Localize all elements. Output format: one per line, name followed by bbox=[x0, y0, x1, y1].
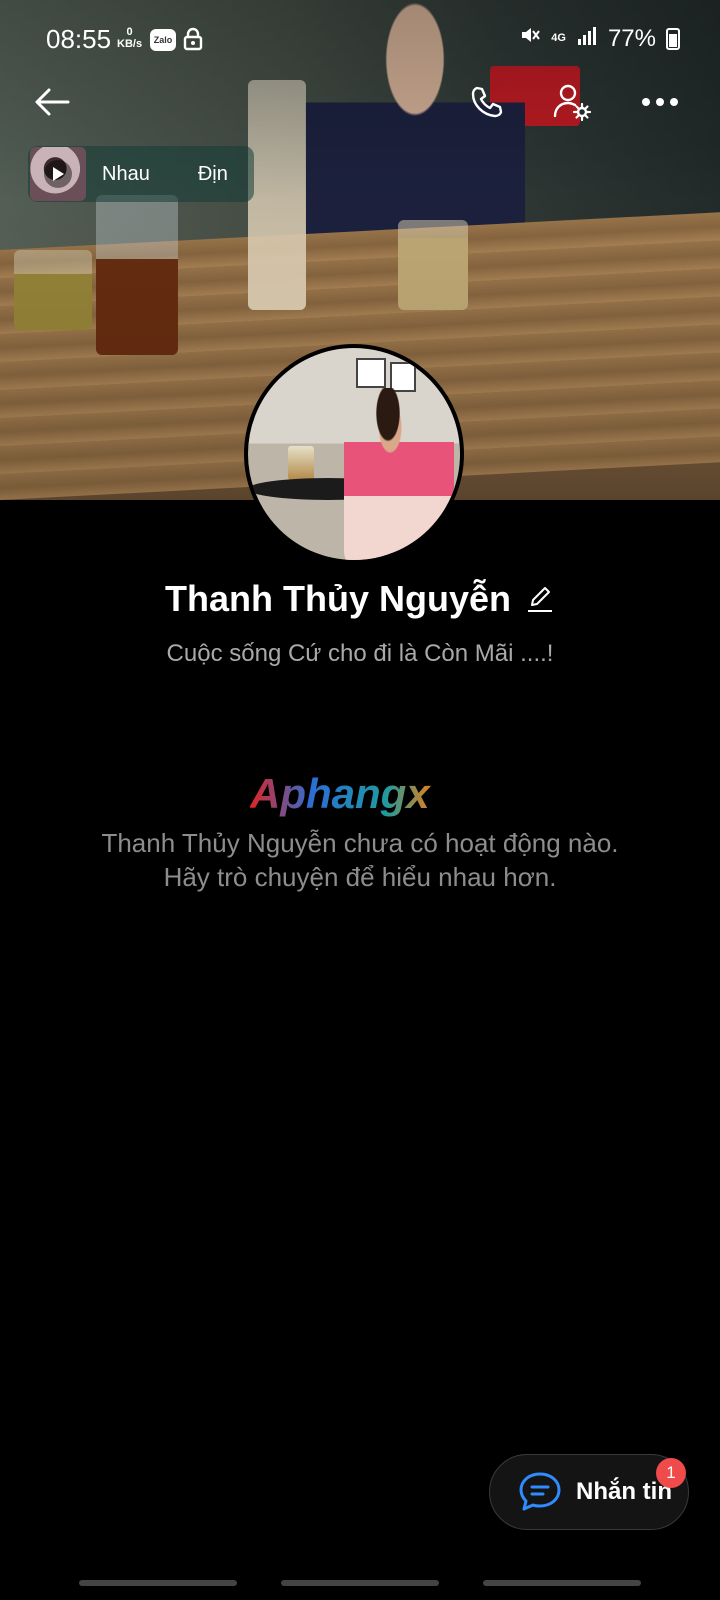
net-speed-value: 0 bbox=[126, 26, 133, 38]
play-icon[interactable] bbox=[44, 160, 72, 188]
status-bar: 08:55 0 KB/s Zalo 4G 77% bbox=[0, 0, 720, 80]
profile-music-chip[interactable]: Nhau Địn bbox=[28, 146, 254, 202]
battery-icon bbox=[666, 27, 680, 50]
network-type: 4G bbox=[551, 32, 566, 44]
profile-settings-button[interactable] bbox=[548, 78, 596, 126]
more-horizontal-icon bbox=[642, 98, 678, 106]
call-button[interactable] bbox=[462, 78, 510, 126]
empty-activity-line2: Hãy trò chuyện để hiểu nhau hơn. bbox=[163, 862, 557, 892]
avatar-person bbox=[344, 388, 454, 560]
signal-icon bbox=[576, 24, 598, 53]
arrow-left-icon bbox=[35, 88, 70, 116]
svg-text:Aphangx: Aphangx bbox=[250, 770, 431, 817]
zalo-notification-icon: Zalo bbox=[150, 29, 176, 51]
profile-status: Cuộc sống Cứ cho đi là Còn Mãi ....! bbox=[166, 640, 554, 667]
profile-name: Thanh Thủy Nguyễn bbox=[165, 578, 511, 619]
nav-handle[interactable] bbox=[281, 1580, 439, 1586]
unread-badge: 1 bbox=[656, 1458, 686, 1488]
status-right: 4G 77% bbox=[519, 24, 680, 53]
music-thumbnail bbox=[30, 147, 86, 201]
more-button[interactable] bbox=[636, 78, 684, 126]
profile-name-row: Thanh Thủy Nguyễn bbox=[0, 578, 720, 620]
back-button[interactable] bbox=[28, 78, 76, 126]
user-gear-icon bbox=[553, 84, 592, 122]
avatar-cup bbox=[288, 446, 314, 480]
music-title-text: Nhau bbox=[102, 162, 150, 185]
music-title: Nhau Địn bbox=[102, 163, 228, 186]
status-time: 08:55 bbox=[46, 24, 112, 54]
empty-activity-line1: Thanh Thủy Nguyễn chưa có hoạt động nào. bbox=[101, 828, 619, 858]
empty-activity-message: Thanh Thủy Nguyễn chưa có hoạt động nào.… bbox=[0, 826, 720, 894]
nav-handle[interactable] bbox=[79, 1580, 237, 1586]
edit-name-button[interactable] bbox=[525, 584, 555, 614]
chat-bubble-icon bbox=[519, 1472, 561, 1511]
mute-icon bbox=[519, 24, 541, 53]
net-speed: 0 KB/s bbox=[117, 26, 142, 50]
phone-icon bbox=[471, 86, 503, 118]
music-title-scroll: Địn bbox=[197, 162, 228, 185]
watermark-logo: Aphangx bbox=[250, 770, 470, 820]
gesture-navbar bbox=[0, 1580, 720, 1586]
avatar-wall-picture bbox=[356, 358, 386, 388]
pencil-icon bbox=[528, 587, 552, 612]
send-message-label: Nhắn tin bbox=[576, 1478, 672, 1505]
nav-handle[interactable] bbox=[483, 1580, 641, 1586]
battery-percent: 77% bbox=[607, 24, 656, 52]
avatar[interactable] bbox=[244, 344, 464, 564]
net-speed-unit: KB/s bbox=[117, 38, 143, 50]
lock-icon bbox=[183, 27, 203, 51]
